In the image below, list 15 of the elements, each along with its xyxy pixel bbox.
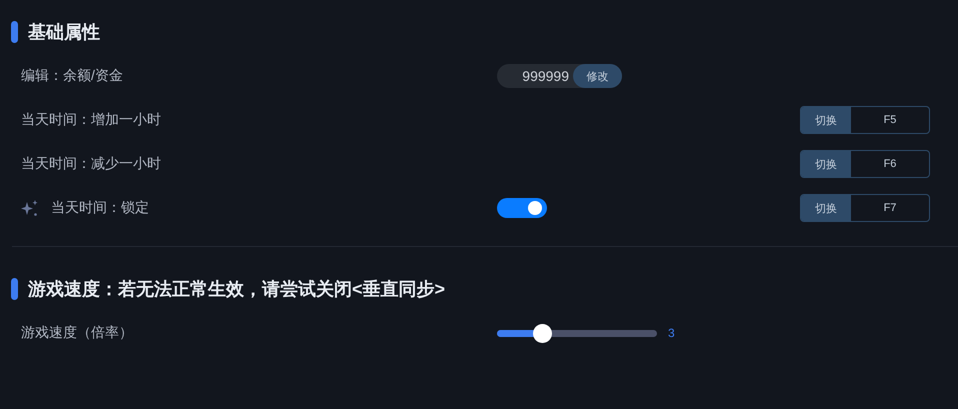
slider-value: 3 [668, 326, 675, 340]
setting-label: 当天时间：减少一小时 [21, 155, 161, 173]
modify-button[interactable]: 修改 [573, 64, 622, 88]
setting-label: 游戏速度（倍率） [21, 324, 133, 342]
section-title: 游戏速度：若无法正常生效，请尝试关闭<垂直同步> [28, 278, 446, 301]
section-title: 基础属性 [28, 21, 100, 44]
slider-handle[interactable] [533, 324, 552, 342]
section-marker [11, 278, 18, 300]
amount-field[interactable]: 999999 修改 [497, 64, 622, 88]
setting-label: 当天时间：锁定 [51, 199, 149, 217]
section-marker [11, 21, 18, 43]
setting-label: 当天时间：增加一小时 [21, 111, 161, 129]
slider[interactable] [497, 324, 657, 342]
setting-label: 编辑：余额/资金 [21, 67, 123, 85]
toggle-switch[interactable] [497, 198, 547, 218]
